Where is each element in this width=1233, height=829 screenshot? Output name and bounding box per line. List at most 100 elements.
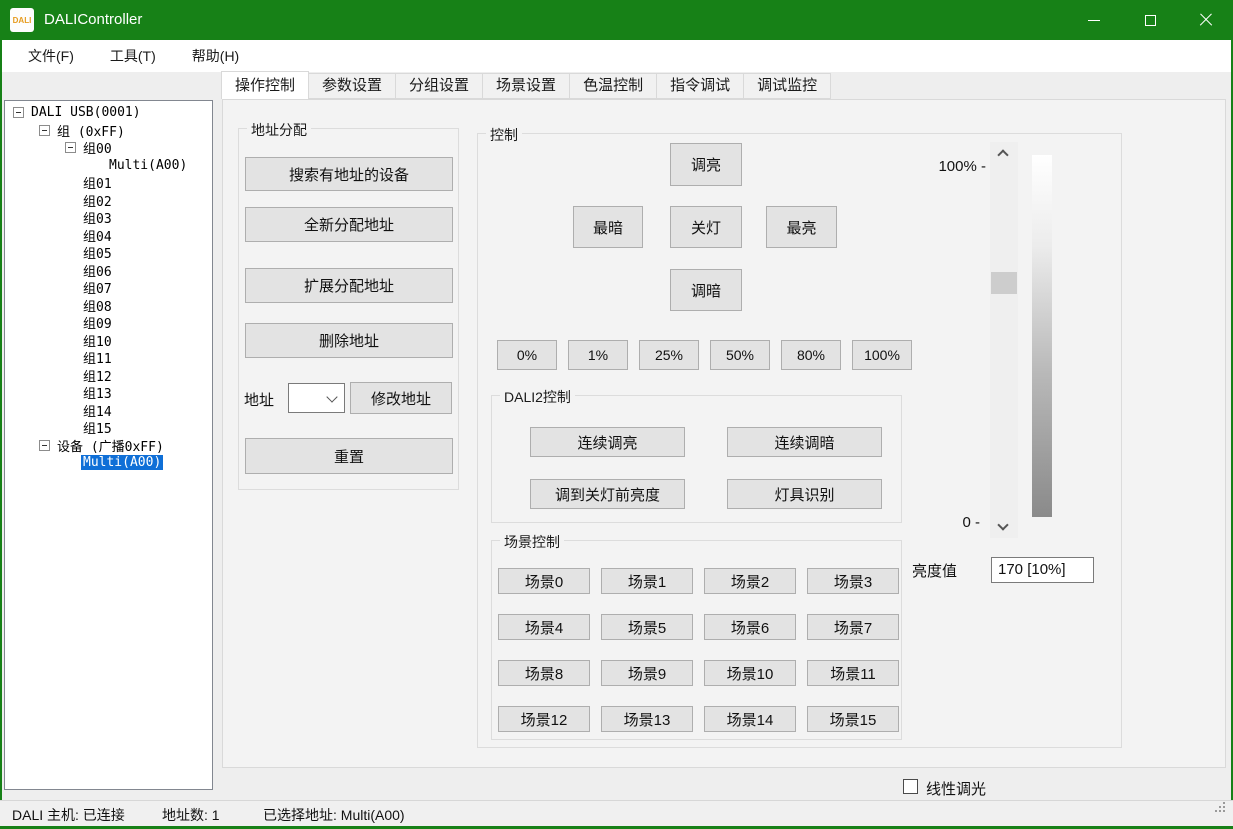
title-bar: DALI DALIController <box>0 0 1233 40</box>
modify-address-button[interactable]: 修改地址 <box>350 382 452 414</box>
dali2-control-group-title: DALI2控制 <box>500 387 575 407</box>
tab-1[interactable]: 参数设置 <box>308 73 396 99</box>
scene-button-13[interactable]: 场景13 <box>601 706 693 732</box>
tree-item-label: 组 (0xFF) <box>55 121 127 140</box>
scene-button-3[interactable]: 场景3 <box>807 568 899 594</box>
brightness-scrollbar[interactable] <box>990 142 1018 538</box>
scene-button-9[interactable]: 场景9 <box>601 660 693 686</box>
device-tree[interactable]: DALI USB(0001)组 (0xFF)组00Multi(A00)组01组0… <box>4 100 213 790</box>
tree-item[interactable]: 组08 <box>5 297 212 315</box>
dimmest-button[interactable]: 最暗 <box>573 206 643 248</box>
assign-new-addresses-button[interactable]: 全新分配地址 <box>245 207 453 242</box>
tree-item-label: 组15 <box>81 418 114 437</box>
tree-item-label: 组11 <box>81 348 114 367</box>
tree-item[interactable]: 组11 <box>5 349 212 367</box>
extend-assign-addresses-button[interactable]: 扩展分配地址 <box>245 268 453 303</box>
scene-button-8[interactable]: 场景8 <box>498 660 590 686</box>
brighten-button[interactable]: 调亮 <box>670 143 742 186</box>
maximize-button[interactable] <box>1127 0 1173 40</box>
scene-button-4[interactable]: 场景4 <box>498 614 590 640</box>
tree-item[interactable]: 组12 <box>5 367 212 385</box>
collapse-box-icon[interactable] <box>65 142 76 153</box>
scene-button-12[interactable]: 场景12 <box>498 706 590 732</box>
delete-address-button[interactable]: 删除地址 <box>245 323 453 358</box>
tree-item-label: 设备 (广播0xFF) <box>55 436 166 455</box>
percent-button-4[interactable]: 80% <box>781 340 841 370</box>
scene-button-5[interactable]: 场景5 <box>601 614 693 640</box>
dali2-button-1[interactable]: 连续调暗 <box>727 427 882 457</box>
collapse-box-icon[interactable] <box>39 125 50 136</box>
search-addressed-devices-button[interactable]: 搜索有地址的设备 <box>245 157 453 191</box>
scene-button-1[interactable]: 场景1 <box>601 568 693 594</box>
tree-item[interactable]: Multi(A00) <box>5 454 212 472</box>
light-off-button[interactable]: 关灯 <box>670 206 742 248</box>
menu-item-0[interactable]: 文件(F) <box>18 40 84 72</box>
linear-dimming-checkbox[interactable] <box>903 779 918 794</box>
minimize-button[interactable] <box>1071 0 1117 40</box>
tree-item[interactable]: 组04 <box>5 227 212 245</box>
scrollbar-thumb[interactable] <box>991 272 1017 294</box>
tree-item[interactable]: 组05 <box>5 244 212 262</box>
scene-button-7[interactable]: 场景7 <box>807 614 899 640</box>
tree-item[interactable]: 组15 <box>5 419 212 437</box>
tree-item[interactable]: Multi(A00) <box>5 157 212 175</box>
scene-button-15[interactable]: 场景15 <box>807 706 899 732</box>
reset-button[interactable]: 重置 <box>245 438 453 474</box>
tree-item-label: 组12 <box>81 366 114 385</box>
scene-button-11[interactable]: 场景11 <box>807 660 899 686</box>
tree-item[interactable]: 组07 <box>5 279 212 297</box>
chevron-down-icon[interactable] <box>997 519 1008 530</box>
tree-item[interactable]: 组09 <box>5 314 212 332</box>
dali2-button-2[interactable]: 调到关灯前亮度 <box>530 479 685 509</box>
address-combobox[interactable] <box>288 383 345 413</box>
dim-button[interactable]: 调暗 <box>670 269 742 311</box>
percent-button-2[interactable]: 25% <box>639 340 699 370</box>
minimize-icon <box>1088 20 1100 21</box>
tree-item[interactable]: 组 (0xFF) <box>5 122 212 140</box>
dali2-button-3[interactable]: 灯具识别 <box>727 479 882 509</box>
resize-grip-icon[interactable] <box>1223 810 1225 812</box>
tree-item[interactable]: 组01 <box>5 174 212 192</box>
tab-6[interactable]: 调试监控 <box>743 73 831 99</box>
scene-button-14[interactable]: 场景14 <box>704 706 796 732</box>
tree-item-label: 组02 <box>81 191 114 210</box>
brightness-value-field[interactable]: 170 [10%] <box>991 557 1094 583</box>
tab-0[interactable]: 操作控制 <box>221 71 309 99</box>
tree-item-label: Multi(A00) <box>81 455 163 470</box>
scene-button-10[interactable]: 场景10 <box>704 660 796 686</box>
tree-item[interactable]: 组10 <box>5 332 212 350</box>
tab-4[interactable]: 色温控制 <box>569 73 657 99</box>
close-button[interactable] <box>1183 0 1229 40</box>
menu-item-1[interactable]: 工具(T) <box>100 40 166 72</box>
tree-item[interactable]: 组14 <box>5 402 212 420</box>
chevron-up-icon[interactable] <box>997 149 1008 160</box>
tab-strip: 操作控制参数设置分组设置场景设置色温控制指令调试调试监控 <box>222 71 831 99</box>
collapse-box-icon[interactable] <box>39 440 50 451</box>
scene-control-group-title: 场景控制 <box>500 532 564 552</box>
tree-item[interactable]: 组03 <box>5 209 212 227</box>
percent-button-0[interactable]: 0% <box>497 340 557 370</box>
tab-5[interactable]: 指令调试 <box>656 73 744 99</box>
tree-item[interactable]: 设备 (广播0xFF) <box>5 437 212 455</box>
tree-item-label: 组00 <box>81 138 114 157</box>
tree-item-label: 组06 <box>81 261 114 280</box>
menu-item-2[interactable]: 帮助(H) <box>182 40 249 72</box>
dali2-button-0[interactable]: 连续调亮 <box>530 427 685 457</box>
tree-item[interactable]: 组13 <box>5 384 212 402</box>
percent-button-5[interactable]: 100% <box>852 340 912 370</box>
scene-button-2[interactable]: 场景2 <box>704 568 796 594</box>
percent-button-1[interactable]: 1% <box>568 340 628 370</box>
tree-item[interactable]: 组06 <box>5 262 212 280</box>
tree-item[interactable]: 组02 <box>5 192 212 210</box>
tab-2[interactable]: 分组设置 <box>395 73 483 99</box>
percent-button-3[interactable]: 50% <box>710 340 770 370</box>
scene-button-6[interactable]: 场景6 <box>704 614 796 640</box>
scene-button-0[interactable]: 场景0 <box>498 568 590 594</box>
tree-item-label: 组07 <box>81 278 114 297</box>
tree-item[interactable]: DALI USB(0001) <box>5 104 212 122</box>
tree-item[interactable]: 组00 <box>5 139 212 157</box>
collapse-box-icon[interactable] <box>13 107 24 118</box>
brightest-button[interactable]: 最亮 <box>766 206 837 248</box>
tab-3[interactable]: 场景设置 <box>482 73 570 99</box>
brightness-gradient-bar <box>1032 155 1052 517</box>
